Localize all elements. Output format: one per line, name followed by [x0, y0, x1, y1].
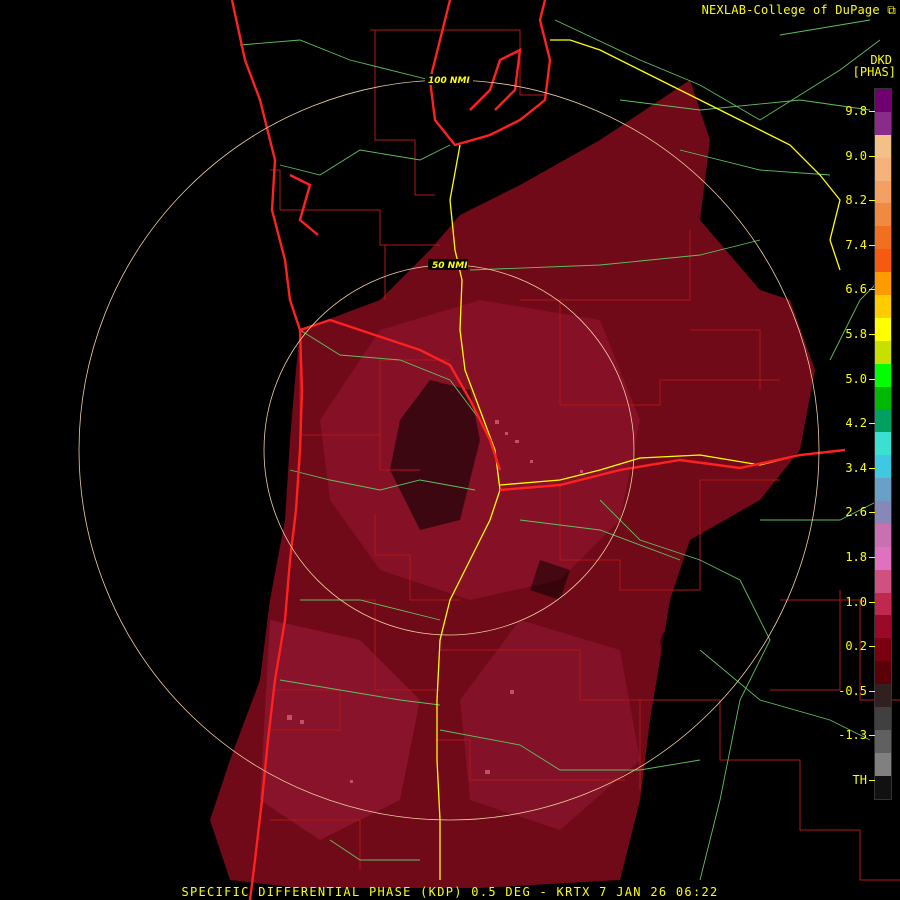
color-scale-bar — [874, 88, 892, 800]
color-scale-segment — [875, 752, 891, 776]
color-scale-segment — [875, 638, 891, 662]
color-scale-segment — [875, 546, 891, 570]
credit-label[interactable]: NEXLAB-College of DuPage ⧉ — [702, 3, 896, 18]
color-scale-segment — [875, 157, 891, 181]
color-scale-segment — [875, 386, 891, 410]
color-scale-segment — [875, 203, 891, 227]
color-scale-segment — [875, 249, 891, 273]
product-caption: SPECIFIC DIFFERENTIAL PHASE (KDP) 0.5 DE… — [181, 885, 719, 899]
color-scale-tick: 6.6 — [827, 282, 875, 296]
range-ring-label-100: 100 NMI — [428, 76, 470, 86]
color-scale-segment — [875, 523, 891, 547]
color-scale-segment — [875, 409, 891, 433]
external-link-icon: ⧉ — [887, 3, 896, 17]
color-scale-tick: 9.8 — [827, 104, 875, 118]
radar-map: 50 NMI 100 NMI — [78, 0, 900, 900]
color-scale-tick: 1.0 — [827, 595, 875, 609]
color-scale-segment — [875, 729, 891, 753]
color-scale-segment — [875, 295, 891, 318]
color-scale-segment — [875, 340, 891, 364]
color-scale-tick: 3.4 — [827, 461, 875, 475]
color-scale-segment — [875, 111, 891, 135]
color-scale-segment — [875, 363, 891, 387]
color-scale-segment — [875, 592, 891, 616]
color-scale-segment — [875, 317, 891, 341]
color-scale-tick: 5.0 — [827, 372, 875, 386]
color-scale-segment — [875, 569, 891, 593]
color-scale-tick: 0.2 — [827, 639, 875, 653]
color-scale-segment — [875, 615, 891, 639]
color-scale-segment — [875, 180, 891, 204]
color-scale-tick: TH — [827, 773, 875, 787]
color-scale-segment — [875, 226, 891, 250]
color-scale-segment — [875, 775, 891, 799]
credit-text: NEXLAB-College of DuPage — [701, 3, 880, 17]
color-scale-segment — [875, 455, 891, 479]
color-scale-segment — [875, 501, 891, 524]
color-scale-segment — [875, 134, 891, 158]
color-scale-segment — [875, 707, 891, 730]
color-scale-tick: 9.0 — [827, 149, 875, 163]
color-scale-tick: -0.5 — [827, 684, 875, 698]
color-scale-segment — [875, 478, 891, 502]
color-scale-tick: 4.2 — [827, 416, 875, 430]
units-label: [PHAS] — [852, 65, 896, 79]
color-scale-tick: 7.4 — [827, 238, 875, 252]
color-scale-segment — [875, 661, 891, 685]
range-ring-label-50: 50 NMI — [432, 261, 468, 271]
color-scale-segment — [875, 432, 891, 456]
color-scale-tick: 5.8 — [827, 327, 875, 341]
color-scale-tick: -1.3 — [827, 728, 875, 742]
color-scale-segment — [875, 272, 891, 296]
color-scale-segment — [875, 89, 891, 112]
color-scale-segment — [875, 684, 891, 708]
color-scale-tick: 8.2 — [827, 193, 875, 207]
color-scale-tick: 1.8 — [827, 550, 875, 564]
color-scale-tick: 2.6 — [827, 505, 875, 519]
